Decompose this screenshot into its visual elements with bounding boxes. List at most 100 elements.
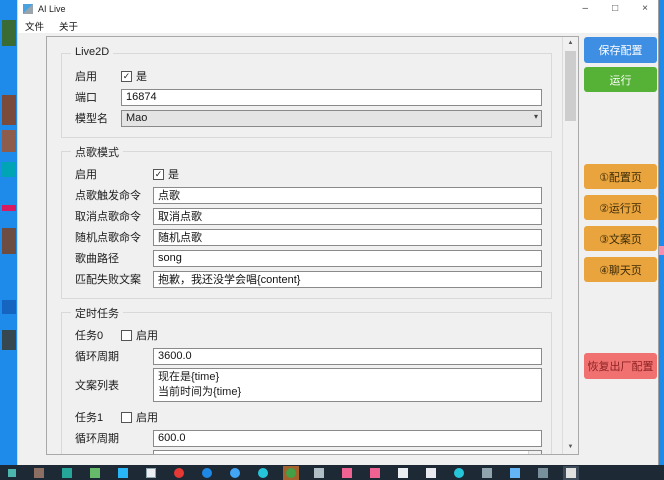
fail-text-input[interactable] [153, 271, 542, 288]
row-label: 点歌触发命令 [75, 187, 153, 203]
taskbar-app-icon[interactable] [370, 468, 380, 478]
row-song-path: 歌曲路径 [75, 249, 542, 267]
factory-reset-button[interactable]: 恢复出厂配置 [584, 353, 657, 379]
taskbar-app-icon[interactable] [426, 468, 436, 478]
row-label: 随机点歌命令 [75, 229, 153, 245]
taskbar-app-icon[interactable] [8, 469, 16, 477]
taskbar-app-icon[interactable] [174, 468, 184, 478]
menu-item-about[interactable]: 关于 [59, 19, 78, 33]
group-timer-tasks: 定时任务 任务0 启用 循环周期 文案列表 现在是{time} 当前时间为{ti… [61, 312, 552, 454]
row-label: 匹配失败文案 [75, 271, 153, 287]
page-run-button[interactable]: ②运行页 [584, 195, 657, 220]
desktop-icon-fragment [2, 20, 16, 46]
song-path-input[interactable] [153, 250, 542, 267]
run-button[interactable]: 运行 [584, 67, 657, 92]
taskbar-active-highlight [283, 466, 299, 480]
row-label: 循环周期 [75, 348, 153, 364]
trigger-cmd-input[interactable] [153, 187, 542, 204]
taskbar-app-icon[interactable] [454, 468, 464, 478]
desktop-icon-fragment [2, 330, 16, 350]
main-panel: Live2D 启用 ✓ 是 端口 模型名 Mao ▾ [46, 36, 579, 455]
desktop-icon-fragment [2, 205, 16, 211]
group-title: 点歌模式 [71, 144, 123, 160]
maximize-button[interactable]: □ [612, 4, 618, 14]
checkbox-label: 是 [136, 68, 147, 84]
taskbar-app-icon[interactable] [34, 468, 44, 478]
task0-enable-checkbox[interactable] [121, 330, 132, 341]
page-copy-button[interactable]: ③文案页 [584, 226, 657, 251]
model-select[interactable]: Mao ▾ [121, 110, 542, 127]
scrollbar-thumb[interactable] [565, 51, 576, 121]
scroll-up-icon[interactable]: ▲ [563, 37, 578, 50]
task1-enable-checkbox[interactable] [121, 412, 132, 423]
scroll-down-icon[interactable]: ▼ [563, 441, 578, 454]
live2d-enable-checkbox[interactable]: ✓ [121, 71, 132, 82]
desktop-icon-fragment [2, 162, 16, 177]
close-button[interactable]: × [642, 4, 648, 14]
titlebar[interactable]: AI Live – □ × [18, 0, 658, 18]
group-live2d: Live2D 启用 ✓ 是 端口 模型名 Mao ▾ [61, 53, 552, 138]
chevron-down-icon: ▾ [534, 112, 538, 121]
taskbar-app-icon[interactable] [342, 468, 352, 478]
config-form: Live2D 启用 ✓ 是 端口 模型名 Mao ▾ [47, 37, 562, 454]
song-enable-checkbox[interactable]: ✓ [153, 169, 164, 180]
row-label: 启用 [75, 68, 121, 84]
group-title: 定时任务 [71, 305, 123, 321]
copy-list-textarea[interactable]: 现在是{time} 当前时间为{time} [153, 368, 542, 402]
row-cycle0: 循环周期 [75, 347, 542, 365]
taskbar-app-icon[interactable] [146, 468, 156, 478]
taskbar-app-icon[interactable] [566, 468, 576, 478]
taskbar-app-icon[interactable] [510, 468, 520, 478]
row-random-cmd: 随机点歌命令 [75, 228, 542, 246]
save-config-button[interactable]: 保存配置 [584, 37, 657, 63]
sidebar: 保存配置 运行 ①配置页 ②运行页 ③文案页 ④聊天页 恢复出厂配置 [584, 33, 657, 465]
panel-scrollbar[interactable]: ▲ ▼ [562, 37, 578, 454]
app-window: AI Live – □ × 文件 关于 Live2D 启用 ✓ 是 [17, 0, 659, 465]
checkmark-icon: ✓ [123, 72, 131, 81]
checkbox-label: 启用 [136, 409, 158, 425]
row-label: 端口 [75, 89, 121, 105]
menu-item-file[interactable]: 文件 [25, 19, 44, 33]
row-copy-list-2: 感谢还在观看直播的{user_num}位兄弟姐妹们 ▲ [75, 450, 542, 454]
minimize-button[interactable]: – [583, 4, 589, 14]
checkbox-label: 是 [168, 166, 179, 182]
cancel-cmd-input[interactable] [153, 208, 542, 225]
cycle0-input[interactable] [153, 348, 542, 365]
row-port: 端口 [75, 88, 542, 106]
desktop-icon-fragment [659, 246, 664, 255]
row-label: 任务1 [75, 409, 121, 425]
row-task0: 任务0 启用 [75, 326, 542, 344]
row-model: 模型名 Mao ▾ [75, 109, 542, 127]
group-song-mode: 点歌模式 启用 ✓ 是 点歌触发命令 取消点歌命令 [61, 151, 552, 299]
cycle1-input[interactable] [153, 430, 542, 447]
taskbar-app-icon[interactable] [202, 468, 212, 478]
taskbar-app-icon[interactable] [90, 468, 100, 478]
page-chat-button[interactable]: ④聊天页 [584, 257, 657, 282]
checkbox-label: 启用 [136, 327, 158, 343]
taskbar[interactable] [0, 465, 664, 480]
random-cmd-input[interactable] [153, 229, 542, 246]
row-label: 歌曲路径 [75, 250, 153, 266]
taskbar-app-icon[interactable] [230, 468, 240, 478]
copy-list-2-textarea[interactable]: 感谢还在观看直播的{user_num}位兄弟姐妹们 ▲ [153, 450, 542, 454]
row-label: 启用 [75, 166, 153, 182]
row-fail-text: 匹配失败文案 [75, 270, 542, 288]
taskbar-app-icon[interactable] [538, 468, 548, 478]
desktop-icon-fragment [2, 130, 16, 152]
model-select-value: Mao [126, 112, 147, 124]
taskbar-app-icon[interactable] [62, 468, 72, 478]
port-input[interactable] [121, 89, 542, 106]
desktop-icon-fragment [2, 300, 16, 314]
checkmark-icon: ✓ [155, 170, 163, 179]
taskbar-app-icon[interactable] [286, 468, 296, 478]
app-icon [23, 4, 33, 14]
taskbar-app-icon[interactable] [398, 468, 408, 478]
textarea-scrollbar[interactable]: ▲ [528, 451, 541, 454]
taskbar-app-icon[interactable] [314, 468, 324, 478]
page-config-button[interactable]: ①配置页 [584, 164, 657, 189]
row-cancel-cmd: 取消点歌命令 [75, 207, 542, 225]
row-copy-list: 文案列表 现在是{time} 当前时间为{time} [75, 368, 542, 402]
taskbar-app-icon[interactable] [118, 468, 128, 478]
taskbar-app-icon[interactable] [482, 468, 492, 478]
taskbar-app-icon[interactable] [258, 468, 268, 478]
